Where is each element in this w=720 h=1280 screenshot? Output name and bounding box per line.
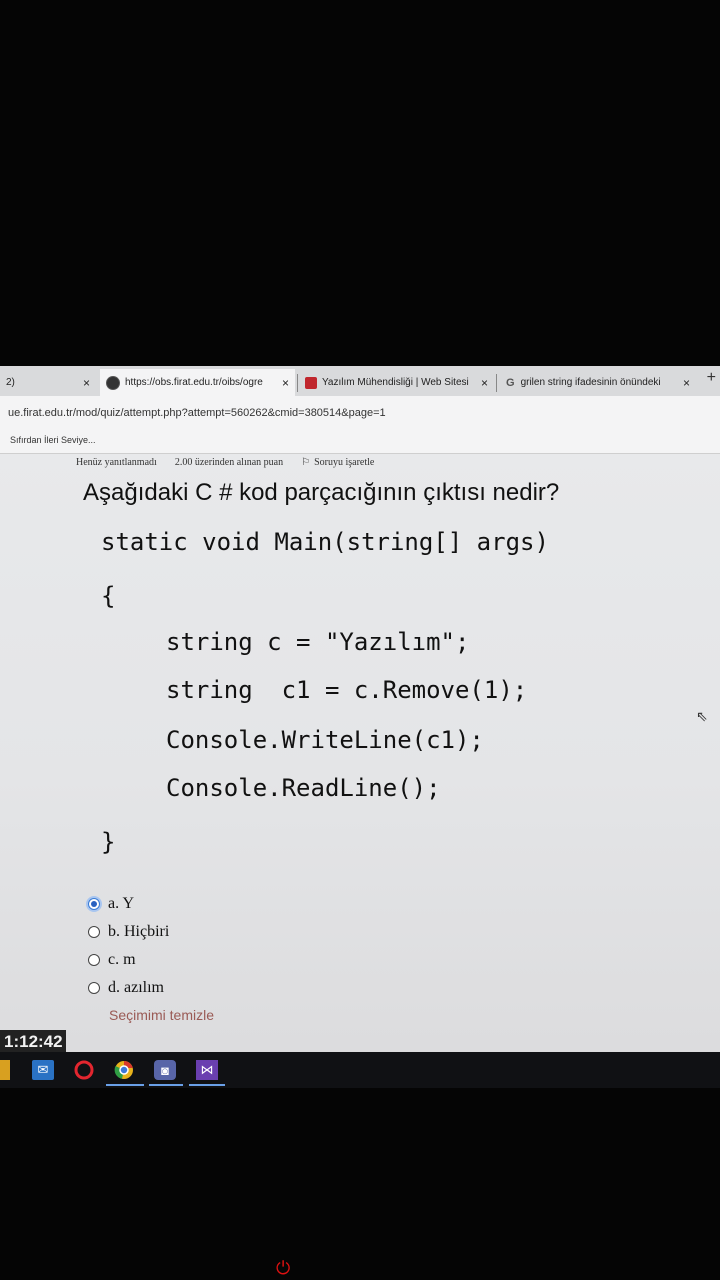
tab-bar: 2) × https://obs.firat.edu.tr/oibs/ogre …: [0, 366, 720, 396]
discord-icon[interactable]: ◙: [154, 1060, 176, 1080]
question-points: 2.00 üzerinden alınan puan: [174, 457, 284, 468]
radio-button[interactable]: [88, 926, 100, 938]
answer-options: a. Y b. Hiçbiri c. m d. azılım: [88, 890, 169, 1002]
bookmarks-bar: Sıfırdan İleri Seviye...: [0, 426, 720, 454]
tab-yazilim[interactable]: Yazılım Mühendisliği | Web Sitesi ×: [299, 369, 494, 396]
tab-obs[interactable]: https://obs.firat.edu.tr/oibs/ogre ×: [100, 369, 295, 396]
answer-option-c[interactable]: c. m: [88, 946, 169, 974]
answer-label: b. Hiçbiri: [108, 923, 170, 940]
new-tab-button[interactable]: +: [707, 369, 716, 387]
answer-label: a. Y: [108, 895, 135, 912]
bookmark-item[interactable]: Sıfırdan İleri Seviye...: [10, 435, 96, 445]
answer-label: c. m: [108, 951, 136, 968]
mouse-cursor-icon: ⇖: [696, 708, 708, 724]
tab-label: Yazılım Mühendisliği | Web Sitesi: [322, 377, 469, 388]
code-line: }: [101, 828, 116, 856]
chrome-icon[interactable]: [113, 1060, 135, 1080]
site-logo-icon: [305, 376, 317, 389]
question-text: Aşağıdaki C # kod parçacığının çıktısı n…: [83, 479, 560, 506]
taskbar: ✉ ◙ ⋈: [0, 1052, 720, 1088]
folder-icon[interactable]: [0, 1060, 10, 1080]
code-line: string c = "Yazılım";: [166, 628, 470, 656]
google-icon: G: [506, 376, 515, 389]
answer-option-a[interactable]: a. Y: [88, 890, 169, 918]
code-line: static void Main(string[] args): [101, 528, 549, 556]
close-icon[interactable]: ×: [83, 376, 90, 390]
radio-button[interactable]: [88, 982, 100, 994]
browser-window: 2) × https://obs.firat.edu.tr/oibs/ogre …: [0, 366, 720, 1052]
clear-choice-link[interactable]: Seçimimi temizle: [109, 1007, 214, 1023]
answer-label: d. azılım: [108, 979, 164, 996]
close-icon[interactable]: ×: [481, 376, 488, 390]
globe-icon: [106, 375, 120, 390]
tab-previous[interactable]: 2) ×: [0, 369, 96, 396]
code-line: Console.WriteLine(c1);: [166, 726, 484, 754]
power-icon: ⏻: [276, 1258, 291, 1278]
flag-icon: ⚐: [301, 457, 311, 468]
close-icon[interactable]: ×: [683, 376, 690, 390]
flag-label: Soruyu işaretle: [314, 457, 375, 468]
mail-icon[interactable]: ✉: [32, 1060, 54, 1080]
tab-separator: [496, 374, 497, 392]
active-app-indicator: [106, 1084, 144, 1086]
code-line: {: [101, 582, 116, 610]
clock-overlay: 1:12:42: [0, 1030, 66, 1054]
tab-label: 2): [6, 377, 15, 388]
active-app-indicator: [189, 1084, 225, 1086]
active-app-indicator: [149, 1084, 183, 1086]
flag-question-link[interactable]: ⚐ Soruyu işaretle: [301, 457, 374, 468]
answer-option-b[interactable]: b. Hiçbiri: [88, 918, 169, 946]
address-bar[interactable]: ue.firat.edu.tr/mod/quiz/attempt.php?att…: [0, 396, 720, 426]
code-line: Console.ReadLine();: [166, 774, 441, 802]
visual-studio-icon[interactable]: ⋈: [196, 1060, 218, 1080]
tab-google[interactable]: G grilen string ifadesinin önündeki ×: [500, 369, 696, 396]
question-status: Henüz yanıtlanmadı: [76, 457, 157, 468]
radio-button[interactable]: [88, 898, 100, 910]
opera-icon[interactable]: [73, 1060, 95, 1080]
question-info: Henüz yanıtlanmadı 2.00 üzerinden alınan…: [76, 457, 374, 468]
answer-option-d[interactable]: d. azılım: [88, 974, 169, 1002]
radio-button[interactable]: [88, 954, 100, 966]
tab-separator: [297, 374, 298, 392]
tab-label: grilen string ifadesinin önündeki: [520, 377, 661, 388]
close-icon[interactable]: ×: [282, 376, 289, 390]
tab-label: https://obs.firat.edu.tr/oibs/ogre: [125, 377, 263, 388]
code-line: string c1 = c.Remove(1);: [166, 676, 528, 704]
